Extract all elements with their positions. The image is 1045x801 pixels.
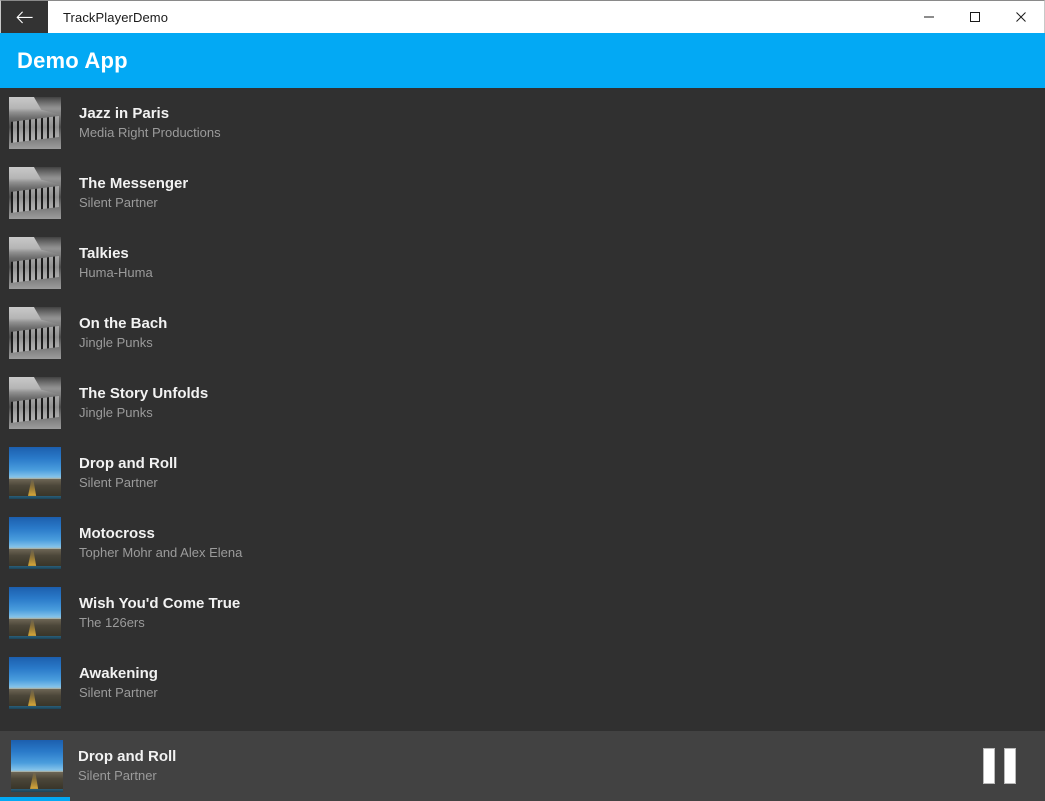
album-art-road-strip: [9, 705, 61, 709]
track-artwork: [9, 517, 61, 569]
track-meta: On the Bach Jingle Punks: [61, 314, 167, 352]
playback-progress-fill: [0, 797, 70, 801]
track-title: The Messenger: [79, 175, 189, 192]
track-artist: Jingle Punks: [79, 335, 153, 350]
track-artwork: [9, 167, 61, 219]
album-art-road-image: [11, 740, 63, 792]
track-meta: Talkies Huma-Huma: [61, 244, 153, 282]
playback-progress-bar[interactable]: [0, 797, 1045, 801]
track-title: The Story Unfolds: [79, 385, 209, 402]
pause-button[interactable]: [961, 731, 1045, 801]
track-list-item[interactable]: Jazz in Paris Media Right Productions: [0, 88, 1045, 158]
now-playing-title: Drop and Roll: [78, 748, 177, 765]
track-meta: The Messenger Silent Partner: [61, 174, 188, 212]
now-playing-meta: Drop and Roll Silent Partner: [63, 747, 961, 785]
track-list-item[interactable]: Drop and Roll Silent Partner: [0, 438, 1045, 508]
track-artwork: [9, 97, 61, 149]
album-art-road-image: [9, 447, 61, 499]
app-header: Demo App: [0, 33, 1045, 88]
track-artwork: [9, 447, 61, 499]
back-button[interactable]: [1, 1, 48, 33]
window-title: TrackPlayerDemo: [63, 9, 169, 25]
track-artwork: [9, 657, 61, 709]
pause-bar-left: [982, 748, 995, 784]
now-playing-artwork: [11, 740, 63, 792]
track-artist: The 126ers: [79, 615, 145, 630]
album-art-pier-image: [9, 377, 61, 429]
close-button[interactable]: [998, 1, 1044, 33]
window-controls: [906, 1, 1044, 33]
track-artwork: [9, 307, 61, 359]
track-list-item[interactable]: On the Bach Jingle Punks: [0, 298, 1045, 368]
maximize-button[interactable]: [952, 1, 998, 33]
track-list-item[interactable]: The Messenger Silent Partner: [0, 158, 1045, 228]
pause-icon: [982, 748, 1016, 784]
now-playing-bar[interactable]: Drop and Roll Silent Partner: [0, 731, 1045, 801]
track-artist: Topher Mohr and Alex Elena: [79, 545, 243, 560]
album-art-road-strip: [9, 635, 61, 639]
track-meta: The Story Unfolds Jingle Punks: [61, 384, 208, 422]
close-icon: [1015, 11, 1027, 23]
track-meta: Drop and Roll Silent Partner: [61, 454, 177, 492]
track-title: Wish You'd Come True: [79, 595, 241, 612]
track-artist: Silent Partner: [79, 475, 158, 490]
track-artist: Silent Partner: [79, 685, 158, 700]
album-art-road-image: [9, 517, 61, 569]
track-title: Motocross: [79, 525, 155, 542]
track-list-item[interactable]: Awakening Silent Partner: [0, 648, 1045, 718]
track-artist: Huma-Huma: [79, 265, 153, 280]
album-art-pier-image: [9, 237, 61, 289]
track-meta: Wish You'd Come True The 126ers: [61, 594, 240, 632]
track-title: Awakening: [79, 665, 158, 682]
track-artwork: [9, 237, 61, 289]
album-art-road-image: [9, 657, 61, 709]
track-title: Jazz in Paris: [79, 105, 170, 122]
track-list[interactable]: Jazz in Paris Media Right Productions The …: [0, 88, 1045, 731]
track-artwork: [9, 587, 61, 639]
album-art-road-strip: [9, 495, 61, 499]
track-title: Talkies: [79, 245, 129, 262]
track-list-item[interactable]: Wish You'd Come True The 126ers: [0, 578, 1045, 648]
album-art-road-strip: [9, 565, 61, 569]
album-art-pier-image: [9, 167, 61, 219]
minimize-button[interactable]: [906, 1, 952, 33]
track-meta: Awakening Silent Partner: [61, 664, 158, 702]
page-title: Demo App: [17, 47, 128, 73]
title-bar: TrackPlayerDemo: [0, 0, 1045, 33]
track-title: On the Bach: [79, 315, 168, 332]
album-art-road-image: [9, 587, 61, 639]
track-artist: Silent Partner: [79, 195, 158, 210]
track-list-item[interactable]: Talkies Huma-Huma: [0, 228, 1045, 298]
track-title: Drop and Roll: [79, 455, 178, 472]
back-arrow-icon: [16, 10, 33, 24]
album-art-pier-image: [9, 97, 61, 149]
pause-bar-right: [1003, 748, 1016, 784]
track-list-item[interactable]: Motocross Topher Mohr and Alex Elena: [0, 508, 1045, 578]
track-artist: Jingle Punks: [79, 405, 153, 420]
minimize-icon: [923, 11, 935, 23]
album-art-pier-image: [9, 307, 61, 359]
now-playing-artist: Silent Partner: [78, 768, 157, 783]
track-artwork: [9, 377, 61, 429]
track-list-item[interactable]: The Story Unfolds Jingle Punks: [0, 368, 1045, 438]
app-window: TrackPlayerDemo Demo App Jazz in Paris M…: [0, 0, 1045, 801]
album-art-road-strip: [11, 788, 63, 792]
maximize-icon: [969, 11, 981, 23]
track-meta: Motocross Topher Mohr and Alex Elena: [61, 524, 242, 562]
track-meta: Jazz in Paris Media Right Productions: [61, 104, 221, 142]
track-artist: Media Right Productions: [79, 125, 221, 140]
